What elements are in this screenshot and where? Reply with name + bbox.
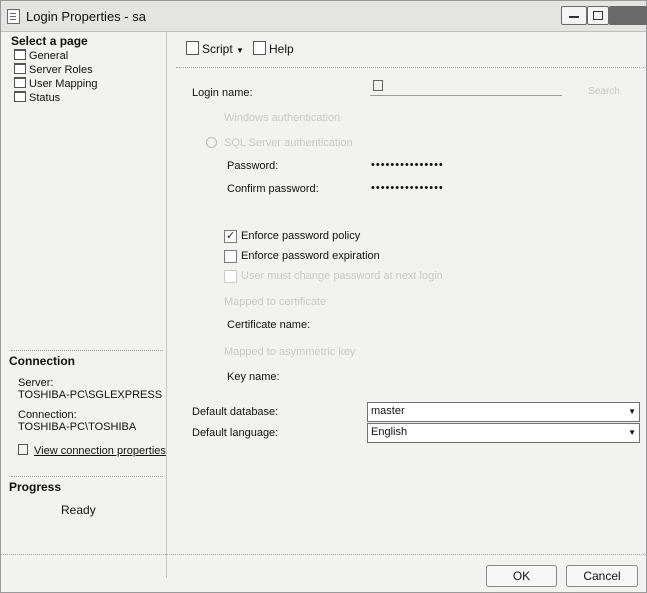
- help-icon: [253, 41, 266, 55]
- windows-auth-label: Windows authentication: [224, 112, 341, 124]
- default-database-select[interactable]: master ▼: [367, 402, 640, 422]
- maximize-button[interactable]: [587, 6, 609, 25]
- divider: [11, 476, 163, 477]
- cancel-button[interactable]: Cancel: [566, 565, 638, 587]
- enforce-policy-label: Enforce password policy: [241, 230, 361, 242]
- script-label: Script: [202, 42, 233, 56]
- window-title: Login Properties - sa: [26, 9, 146, 24]
- page-item-label: Status: [29, 92, 61, 104]
- search-button[interactable]: Search: [574, 84, 634, 100]
- help-button[interactable]: Help: [253, 41, 294, 56]
- minimize-button[interactable]: [561, 6, 587, 25]
- ok-button[interactable]: OK: [486, 565, 557, 587]
- page-item-label: User Mapping: [29, 78, 98, 90]
- enforce-expiration-checkbox[interactable]: [224, 250, 237, 263]
- page-item-user-mapping[interactable]: User Mapping: [14, 77, 97, 90]
- confirm-password-field[interactable]: •••••••••••••••: [371, 182, 444, 194]
- page-item-label: General: [29, 50, 69, 62]
- page-item-general[interactable]: General: [14, 49, 68, 62]
- toolbar-divider: [176, 67, 646, 68]
- connection-title: Connection: [9, 354, 75, 368]
- page-item-label: Server Roles: [29, 64, 93, 76]
- default-database-label: Default database:: [192, 406, 279, 418]
- mapped-to-certificate-label: Mapped to certificate: [224, 296, 327, 308]
- default-language-select[interactable]: English ▼: [367, 423, 640, 443]
- page-icon: [14, 77, 26, 88]
- connection-value: TOSHIBA-PC\TOSHIBA: [18, 421, 137, 433]
- help-label: Help: [269, 42, 294, 56]
- progress-status: Ready: [61, 503, 96, 517]
- enforce-expiration-label: Enforce password expiration: [241, 250, 380, 262]
- footer-divider: [1, 554, 646, 555]
- chevron-down-icon: ▼: [628, 428, 636, 437]
- enforce-policy-checkbox[interactable]: [224, 229, 237, 243]
- divider: [11, 350, 163, 351]
- server-value: TOSHIBA-PC\SGLEXPRESS: [18, 389, 163, 401]
- title-bar: Login Properties - sa: [1, 1, 647, 32]
- login-properties-window: Login Properties - sa Select a page Gene…: [0, 0, 647, 593]
- view-connection-properties-label: View connection properties: [34, 445, 166, 457]
- login-icon: [373, 80, 383, 91]
- window-icon: [7, 9, 20, 24]
- confirm-password-label: Confirm password:: [227, 183, 319, 195]
- script-button[interactable]: Script ▼: [186, 41, 244, 56]
- login-name-input[interactable]: [370, 79, 562, 96]
- default-language-value: English: [371, 426, 408, 438]
- page-item-server-roles[interactable]: Server Roles: [14, 63, 93, 76]
- must-change-label: User must change password at next login: [241, 270, 443, 282]
- page-item-status[interactable]: Status: [14, 91, 60, 104]
- chevron-down-icon: ▼: [628, 407, 636, 416]
- close-button[interactable]: [609, 6, 647, 25]
- progress-title: Progress: [9, 480, 62, 494]
- sql-auth-radio[interactable]: [206, 137, 217, 148]
- password-label: Password:: [227, 160, 279, 172]
- page-icon: [14, 63, 26, 74]
- password-field[interactable]: •••••••••••••••: [371, 159, 444, 171]
- default-database-value: master: [371, 405, 405, 417]
- view-connection-properties-link[interactable]: View connection properties: [18, 444, 166, 457]
- must-change-checkbox[interactable]: [224, 270, 237, 283]
- key-name-label: Key name:: [227, 371, 280, 383]
- certificate-name-label: Certificate name:: [227, 319, 311, 331]
- page-icon: [14, 91, 26, 102]
- properties-icon: [18, 444, 28, 455]
- script-icon: [186, 41, 199, 55]
- server-label: Server:: [18, 377, 54, 389]
- chevron-down-icon: ▼: [236, 46, 244, 55]
- left-panel: Select a page General Server Roles User …: [9, 32, 167, 578]
- mapped-to-asym-key-label: Mapped to asymmetric key: [224, 346, 356, 358]
- sql-auth-label: SQL Server authentication: [224, 137, 353, 149]
- select-page-title: Select a page: [11, 34, 88, 48]
- login-name-label: Login name:: [192, 87, 253, 99]
- connection-label: Connection:: [18, 409, 77, 421]
- page-icon: [14, 49, 26, 60]
- default-language-label: Default language:: [192, 427, 279, 439]
